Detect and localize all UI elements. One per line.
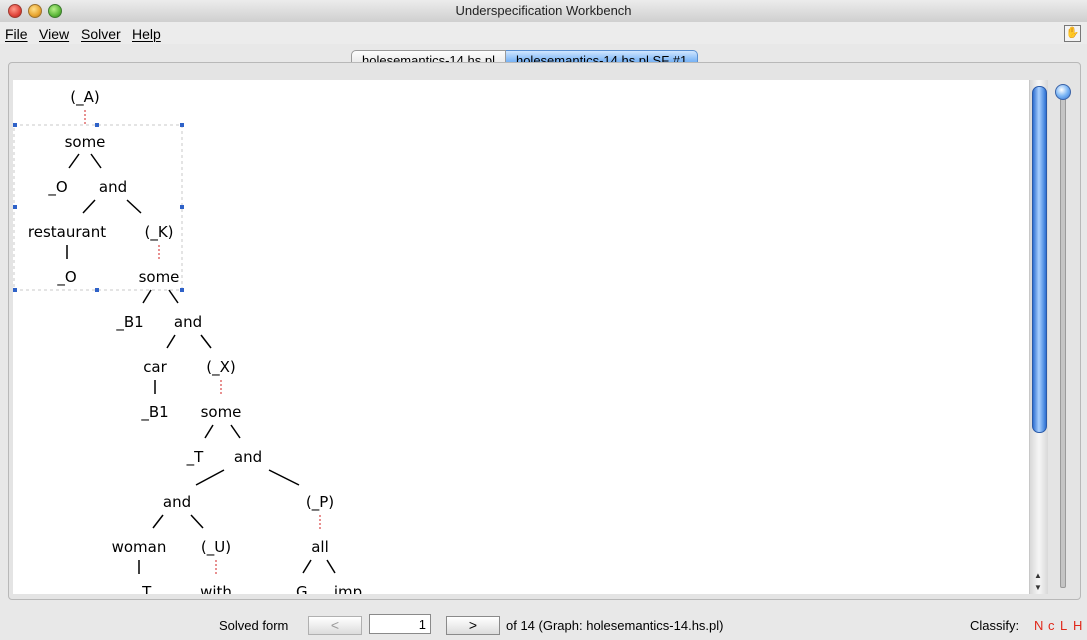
tree-node[interactable]: some xyxy=(201,403,242,421)
page-count-text: of 14 (Graph: holesemantics-14.hs.pl) xyxy=(506,618,724,633)
tree-node[interactable]: some xyxy=(139,268,180,286)
selection-handle[interactable] xyxy=(180,288,184,292)
tree-node[interactable]: imp xyxy=(334,583,362,594)
vertical-scrollbar[interactable]: ▲ ▼ xyxy=(1029,80,1048,594)
graph-canvas[interactable]: (_A) some _O and restaurant (_K) _O some… xyxy=(13,80,1029,594)
menu-file[interactable]: File xyxy=(5,26,28,42)
tree-node[interactable]: (_A) xyxy=(70,88,99,107)
tree-node[interactable]: (_U) xyxy=(201,538,231,557)
classify-flag-c: c xyxy=(1048,618,1055,633)
solved-form-label: Solved form xyxy=(219,618,289,633)
tree-node[interactable]: and xyxy=(234,448,262,466)
tree-node[interactable]: with xyxy=(200,583,232,594)
tree-node[interactable]: some xyxy=(65,133,106,151)
tree-node[interactable]: _B1 xyxy=(140,403,168,422)
next-button[interactable]: > xyxy=(446,616,500,635)
tree-node[interactable]: and xyxy=(174,313,202,331)
tree-node[interactable]: _T xyxy=(134,583,153,594)
tree-node[interactable]: car xyxy=(143,358,167,376)
tree-diagram: (_A) some _O and restaurant (_K) _O some… xyxy=(13,88,362,594)
tree-node[interactable]: and xyxy=(99,178,127,196)
menu-view[interactable]: View xyxy=(39,26,69,42)
tree-node[interactable]: and xyxy=(163,493,191,511)
scroll-up-arrow-icon[interactable]: ▲ xyxy=(1034,571,1042,580)
scrollbar-thumb[interactable] xyxy=(1032,86,1047,433)
tree-node[interactable]: (_K) xyxy=(144,223,173,242)
tree-node[interactable]: _B1 xyxy=(115,313,143,332)
tree-node[interactable]: _G xyxy=(287,583,307,594)
classify-flag-l: L xyxy=(1060,618,1068,633)
tree-node[interactable]: _T xyxy=(186,448,205,467)
menu-solver[interactable]: Solver xyxy=(81,26,121,42)
selection-handle[interactable] xyxy=(180,123,184,127)
tree-node[interactable]: woman xyxy=(112,538,167,556)
tree-node[interactable]: restaurant xyxy=(28,223,106,241)
tree-node[interactable]: _O xyxy=(47,178,67,197)
title-bar: Underspecification Workbench xyxy=(0,0,1087,23)
classify-flag-n: N xyxy=(1034,618,1044,633)
status-bar: Solved form < > of 14 (Graph: holesemant… xyxy=(0,606,1087,640)
menu-help[interactable]: Help xyxy=(132,26,161,42)
tree-node[interactable]: (_P) xyxy=(306,493,334,512)
hand-tool-icon[interactable]: ✋ xyxy=(1064,25,1081,42)
selection-handle[interactable] xyxy=(13,288,17,292)
selection-handle[interactable] xyxy=(95,123,99,127)
zoom-slider-track[interactable] xyxy=(1060,92,1066,588)
classify-flag-h: H xyxy=(1073,618,1083,633)
window-title: Underspecification Workbench xyxy=(455,3,632,18)
selection-handle[interactable] xyxy=(13,205,17,209)
classify-label: Classify: xyxy=(970,618,1020,633)
previous-button[interactable]: < xyxy=(308,616,362,635)
selection-handle[interactable] xyxy=(180,205,184,209)
tree-node[interactable]: _O xyxy=(56,268,76,287)
selection-handle[interactable] xyxy=(13,123,17,127)
selection-handle[interactable] xyxy=(95,288,99,292)
menu-bar: File View Solver Help ✋ xyxy=(0,22,1087,44)
tree-edges xyxy=(66,153,336,574)
zoom-slider-knob[interactable] xyxy=(1055,84,1071,100)
tree-node[interactable]: (_X) xyxy=(206,358,235,377)
scroll-down-arrow-icon[interactable]: ▼ xyxy=(1034,583,1042,592)
page-number-input[interactable] xyxy=(369,614,431,634)
tree-node[interactable]: all xyxy=(311,538,329,556)
